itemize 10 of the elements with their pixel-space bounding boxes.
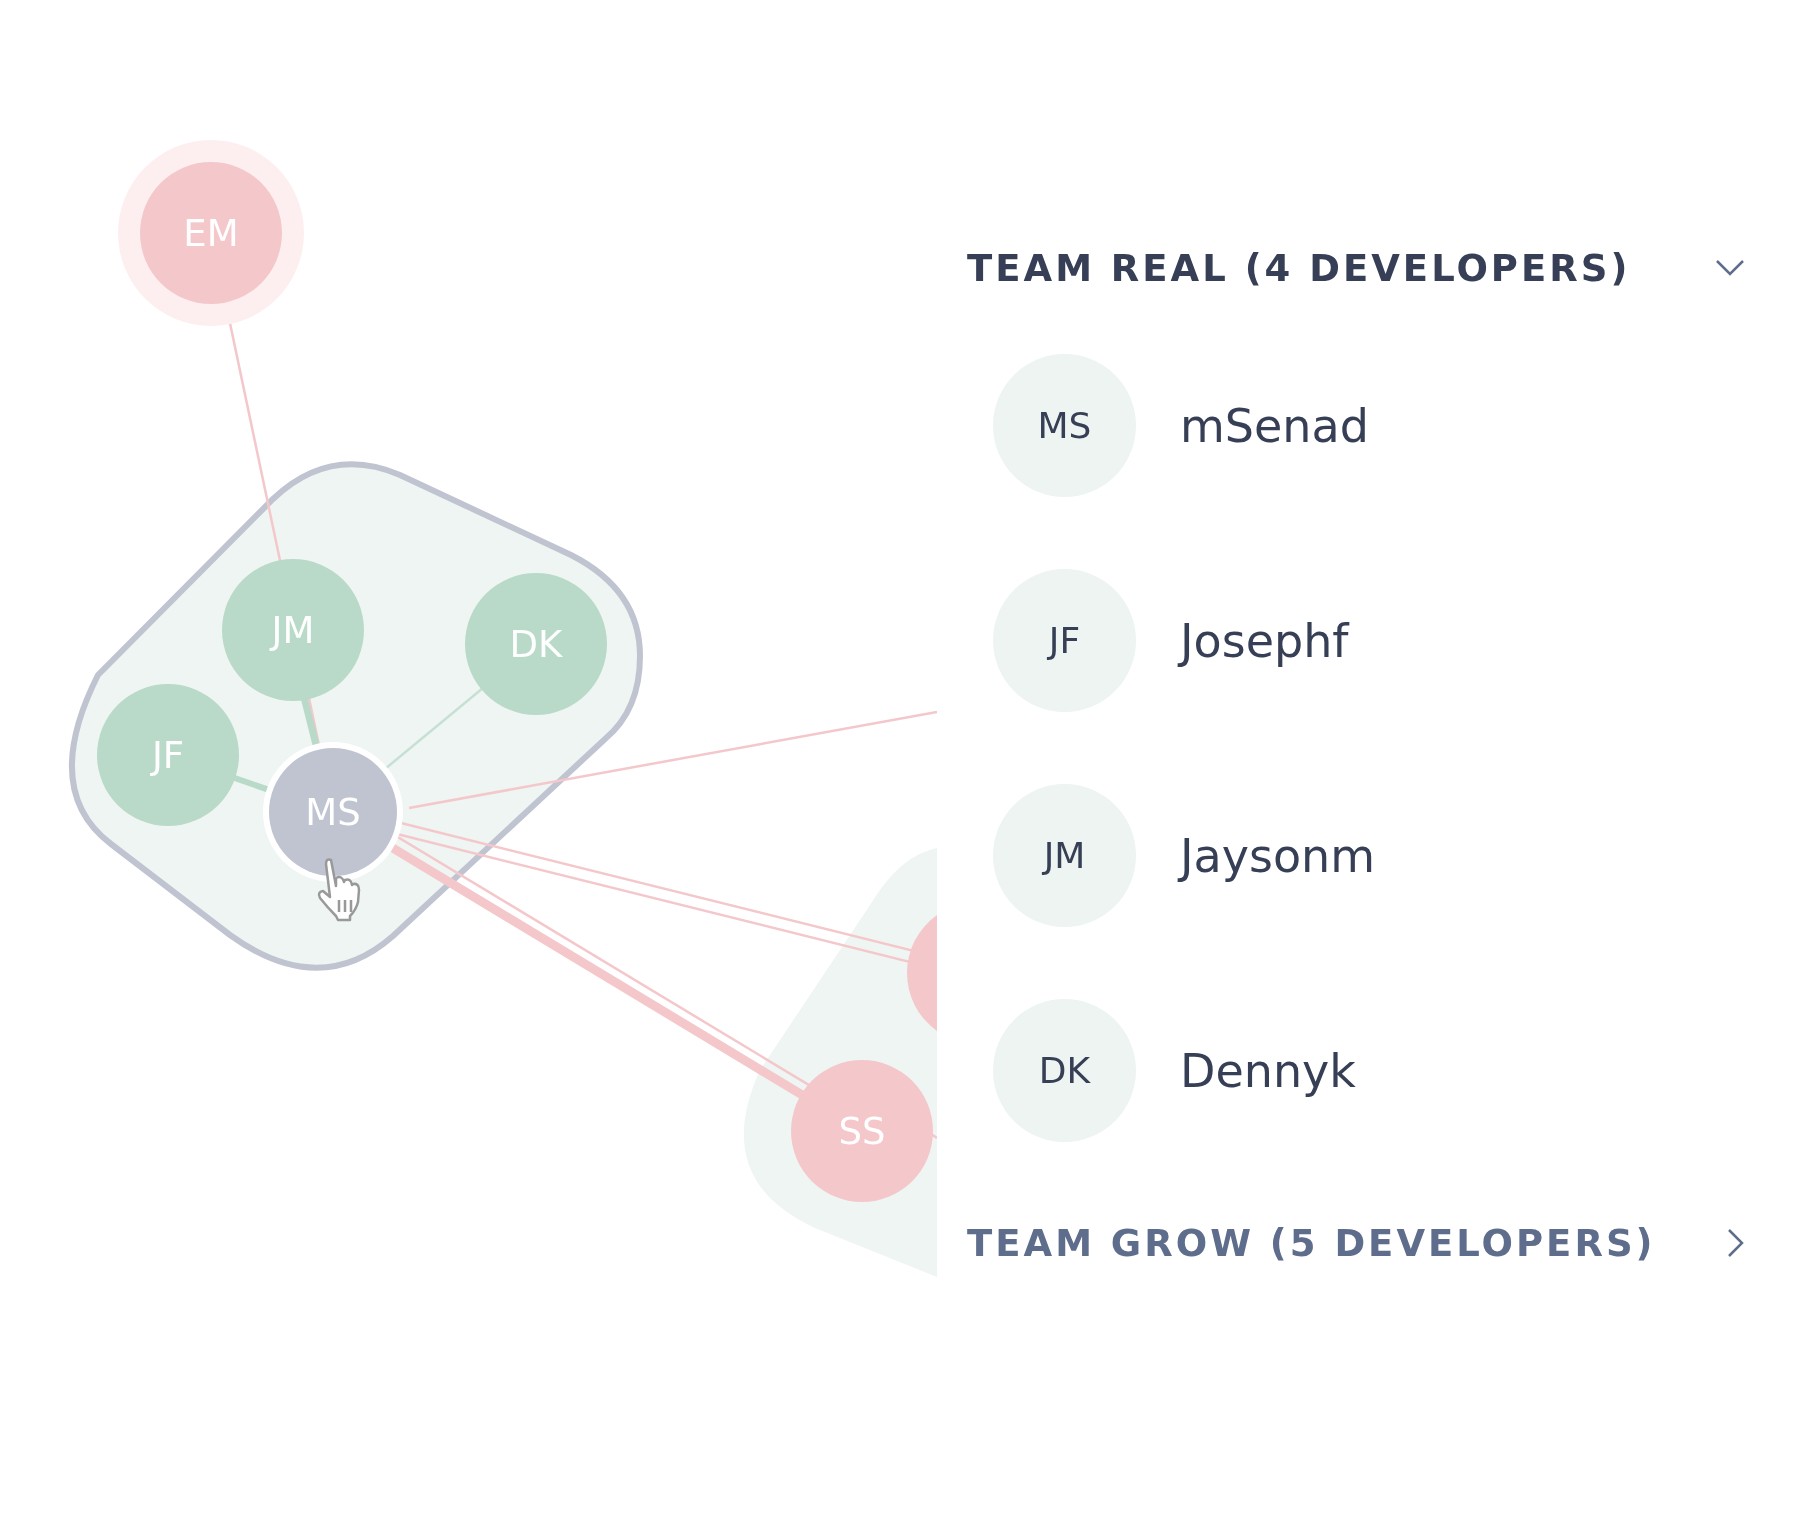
chevron-right-icon (1727, 1228, 1745, 1258)
avatar: DK (993, 999, 1136, 1142)
avatar: MS (993, 354, 1136, 497)
hand-cursor-icon (317, 858, 361, 922)
avatar: JF (993, 569, 1136, 712)
chevron-down-icon (1715, 259, 1745, 277)
developer-name[interactable]: mSenad (1180, 398, 1369, 453)
avatar: JM (993, 784, 1136, 927)
developer-name[interactable]: Dennyk (1180, 1043, 1356, 1098)
developer-node[interactable] (907, 915, 937, 1031)
